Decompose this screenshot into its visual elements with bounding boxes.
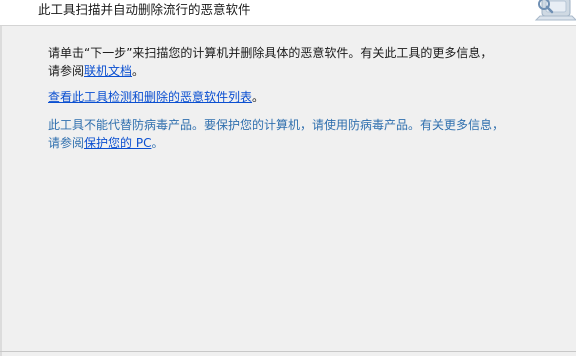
antivirus-line-2-prefix: 请参阅: [48, 136, 85, 150]
malware-list-paragraph: 查看此工具检测和删除的恶意软件列表。: [48, 88, 264, 106]
intro-line-2-suffix: 。: [132, 64, 145, 78]
intro-paragraph: 请单击“下一步”来扫描您的计算机并删除具体的恶意软件。有关此工具的更多信息， 请…: [48, 44, 492, 80]
window: 此工具扫描并自动删除流行的恶意软件 请单击“下一步”来扫描您的计算机并删除具体的…: [0, 0, 576, 356]
protect-pc-link[interactable]: 保护您的 PC: [84, 136, 151, 150]
left-divider: [0, 26, 2, 356]
antivirus-line-1: 此工具不能代替防病毒产品。要保护您的计算机，请使用防病毒产品。有关更多信息，: [48, 118, 505, 132]
antivirus-line-2-suffix: 。: [151, 136, 164, 150]
header-banner: 此工具扫描并自动删除流行的恶意软件: [0, 0, 576, 26]
header-title: 此工具扫描并自动删除流行的恶意软件: [38, 2, 251, 17]
computer-scan-icon: [532, 0, 576, 24]
malware-list-suffix: 。: [252, 90, 265, 104]
online-docs-link[interactable]: 联机文档: [84, 64, 132, 78]
antivirus-line-2: 请参阅保护您的 PC。: [48, 134, 504, 152]
antivirus-paragraph: 此工具不能代替防病毒产品。要保护您的计算机，请使用防病毒产品。有关更多信息， 请…: [48, 116, 504, 152]
bottom-divider: [0, 351, 576, 352]
intro-line-2: 请参阅联机文档。: [48, 62, 492, 80]
intro-line-1: 请单击“下一步”来扫描您的计算机并删除具体的恶意软件。有关此工具的更多信息，: [48, 46, 493, 60]
intro-line-2-prefix: 请参阅: [48, 64, 85, 78]
malware-list-link[interactable]: 查看此工具检测和删除的恶意软件列表: [48, 90, 252, 104]
